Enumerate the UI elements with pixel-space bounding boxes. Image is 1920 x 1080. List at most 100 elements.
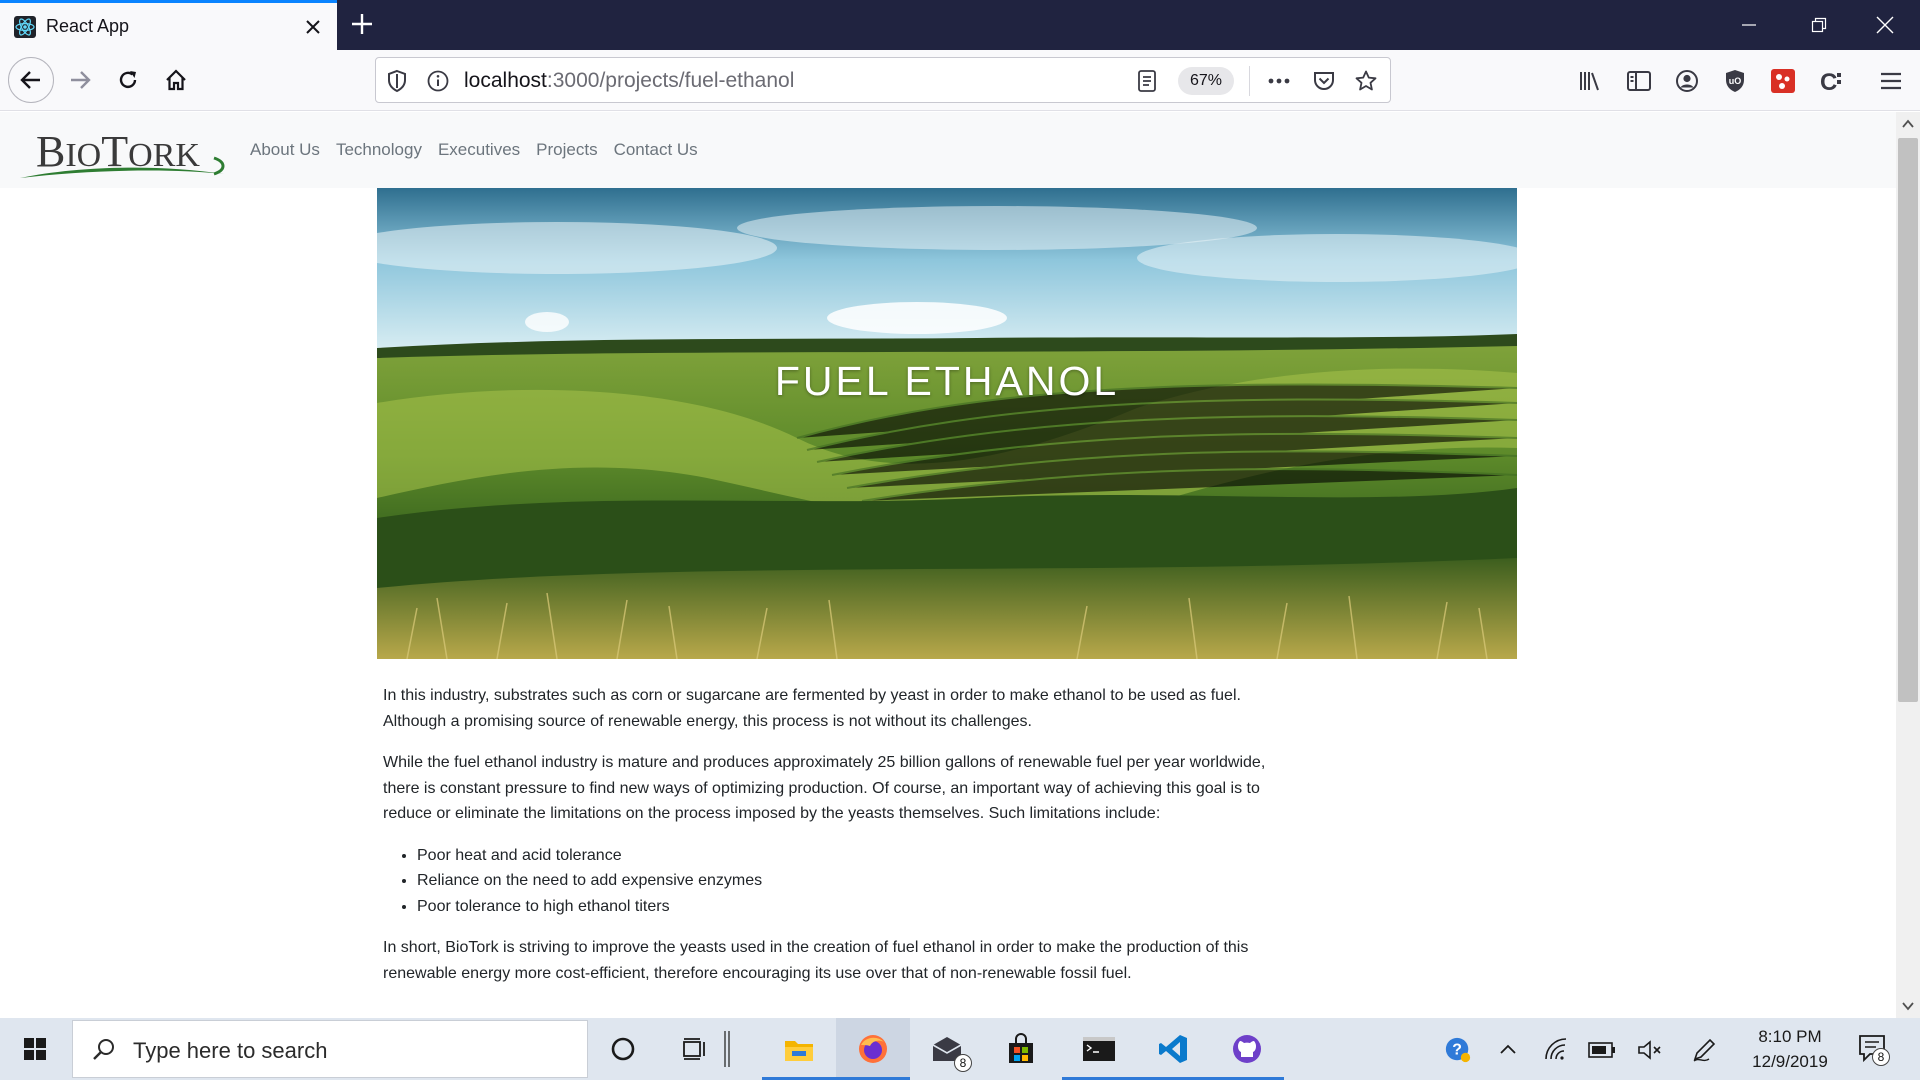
close-window-button[interactable] xyxy=(1852,0,1918,50)
close-tab-icon[interactable] xyxy=(300,14,326,40)
hero-banner: FUEL ETHANOL xyxy=(377,188,1517,659)
site-nav: About Us Technology Executives Projects … xyxy=(250,140,698,160)
menu-icon[interactable] xyxy=(1878,68,1904,94)
restore-icon xyxy=(1811,17,1827,33)
search-placeholder: Type here to search xyxy=(133,1038,328,1063)
reader-view-icon[interactable] xyxy=(1136,69,1158,93)
notification-badge: 8 xyxy=(1872,1048,1890,1066)
search-icon xyxy=(93,1039,114,1060)
tray-volume[interactable] xyxy=(1636,1036,1664,1064)
address-bar[interactable]: localhost:3000/projects/fuel-ethanol 67% xyxy=(375,57,1391,103)
reload-icon xyxy=(119,71,137,89)
wifi-icon xyxy=(1545,1038,1567,1060)
action-center-button[interactable]: 8 xyxy=(1856,1032,1890,1066)
tray-help[interactable]: ? xyxy=(1444,1036,1472,1064)
taskbar-store[interactable] xyxy=(984,1018,1058,1080)
pocket-icon[interactable] xyxy=(1312,69,1336,93)
nav-link-projects[interactable]: Projects xyxy=(536,140,597,160)
account-icon[interactable] xyxy=(1674,68,1700,94)
nav-link-executives[interactable]: Executives xyxy=(438,140,520,160)
windows-taskbar: Type here to search 8 ? 8:10 PM 12/9/201… xyxy=(0,1018,1920,1080)
forward-arrow-icon xyxy=(71,71,91,89)
tracking-shield-icon[interactable] xyxy=(386,69,408,93)
tray-pen[interactable] xyxy=(1690,1036,1718,1064)
page-viewport: BIOTORK About Us Technology Executives P… xyxy=(0,112,1896,1018)
taskbar-terminal[interactable] xyxy=(1062,1018,1136,1080)
logo-text: BIOTORK xyxy=(36,127,200,176)
firefox-icon xyxy=(859,1035,887,1063)
github-desktop-icon xyxy=(1233,1035,1261,1063)
cortana-circle-icon xyxy=(611,1037,635,1061)
url-path: :3000/projects/fuel-ethanol xyxy=(546,69,795,92)
minimize-icon xyxy=(1742,24,1756,26)
svg-text:?: ? xyxy=(1452,1042,1462,1059)
list-item: Reliance on the need to add expensive en… xyxy=(417,868,1273,894)
ublock-icon[interactable]: uO xyxy=(1722,68,1748,94)
scrollbar-thumb[interactable] xyxy=(1898,138,1918,702)
cortana-button[interactable] xyxy=(586,1018,660,1080)
bookmark-star-icon[interactable] xyxy=(1354,69,1378,93)
volume-muted-icon xyxy=(1638,1040,1661,1060)
react-icon xyxy=(14,16,36,38)
url-text[interactable]: localhost:3000/projects/fuel-ethanol xyxy=(464,69,794,93)
scroll-up-arrow-icon[interactable] xyxy=(1900,116,1916,132)
site-header: BIOTORK About Us Technology Executives P… xyxy=(0,112,1896,188)
sidebar-icon[interactable] xyxy=(1626,68,1652,94)
back-button[interactable] xyxy=(8,57,54,103)
tray-network[interactable] xyxy=(1542,1036,1570,1064)
tab-title: React App xyxy=(46,16,130,36)
help-icon: ? xyxy=(1445,1037,1471,1063)
nav-link-contact-us[interactable]: Contact Us xyxy=(614,140,698,160)
article-content: In this industry, substrates such as cor… xyxy=(383,683,1273,1002)
taskbar-separator xyxy=(712,1018,742,1080)
summary-paragraph: In short, BioTork is striving to improve… xyxy=(383,939,1249,982)
biotork-logo[interactable]: BIOTORK xyxy=(18,118,228,182)
zoom-level-badge[interactable]: 67% xyxy=(1178,67,1235,95)
nav-link-technology[interactable]: Technology xyxy=(336,140,422,160)
nav-link-about-us[interactable]: About Us xyxy=(250,140,320,160)
windows-logo-icon xyxy=(24,1038,46,1060)
home-icon xyxy=(166,69,186,91)
close-icon xyxy=(1876,16,1894,34)
scroll-down-arrow-icon[interactable] xyxy=(1900,998,1916,1014)
terminal-icon xyxy=(1083,1037,1115,1061)
home-button[interactable] xyxy=(154,58,198,102)
tray-show-hidden[interactable] xyxy=(1494,1036,1522,1064)
library-icon[interactable] xyxy=(1578,68,1604,94)
file-explorer-icon xyxy=(785,1041,813,1061)
taskbar-file-explorer[interactable] xyxy=(762,1018,836,1080)
limitations-list: Poor heat and acid tolerance Reliance on… xyxy=(417,843,1273,920)
svg-text:uO: uO xyxy=(1729,76,1742,86)
taskbar-vscode[interactable] xyxy=(1136,1018,1210,1080)
new-tab-icon[interactable] xyxy=(348,10,376,38)
site-info-icon[interactable] xyxy=(426,69,450,93)
taskbar-search-input[interactable]: Type here to search xyxy=(72,1020,588,1078)
taskbar-clock[interactable]: 8:10 PM 12/9/2019 xyxy=(1740,1024,1840,1074)
minimize-button[interactable] xyxy=(1716,0,1782,50)
browser-tab[interactable]: React App xyxy=(0,0,337,50)
clock-date: 12/9/2019 xyxy=(1752,1052,1828,1071)
page-actions-more-icon[interactable] xyxy=(1266,69,1292,93)
taskbar-mail[interactable]: 8 xyxy=(910,1018,984,1080)
pen-workspace-icon xyxy=(1693,1038,1716,1062)
restore-button[interactable] xyxy=(1786,0,1852,50)
back-arrow-icon xyxy=(20,71,40,89)
extension-red-icon[interactable] xyxy=(1770,68,1796,94)
forward-button[interactable] xyxy=(58,58,102,102)
chevron-up-icon xyxy=(1500,1044,1516,1054)
url-separator xyxy=(1249,66,1250,96)
extension-c-icon[interactable]: C xyxy=(1818,68,1844,94)
browser-navbar: localhost:3000/projects/fuel-ethanol 67%… xyxy=(0,50,1920,111)
separator-lines-icon xyxy=(724,1031,730,1067)
start-button[interactable] xyxy=(0,1018,70,1080)
reload-button[interactable] xyxy=(106,58,150,102)
svg-text:C: C xyxy=(1820,69,1837,94)
vscode-icon xyxy=(1159,1035,1187,1063)
list-item: Poor heat and acid tolerance xyxy=(417,843,1273,869)
taskbar-github-desktop[interactable] xyxy=(1210,1018,1284,1080)
tray-battery[interactable] xyxy=(1588,1036,1616,1064)
taskbar-firefox[interactable] xyxy=(836,1018,910,1080)
store-icon xyxy=(1009,1033,1033,1063)
cornfield-landscape-image xyxy=(377,188,1517,659)
mail-badge: 8 xyxy=(954,1054,972,1072)
